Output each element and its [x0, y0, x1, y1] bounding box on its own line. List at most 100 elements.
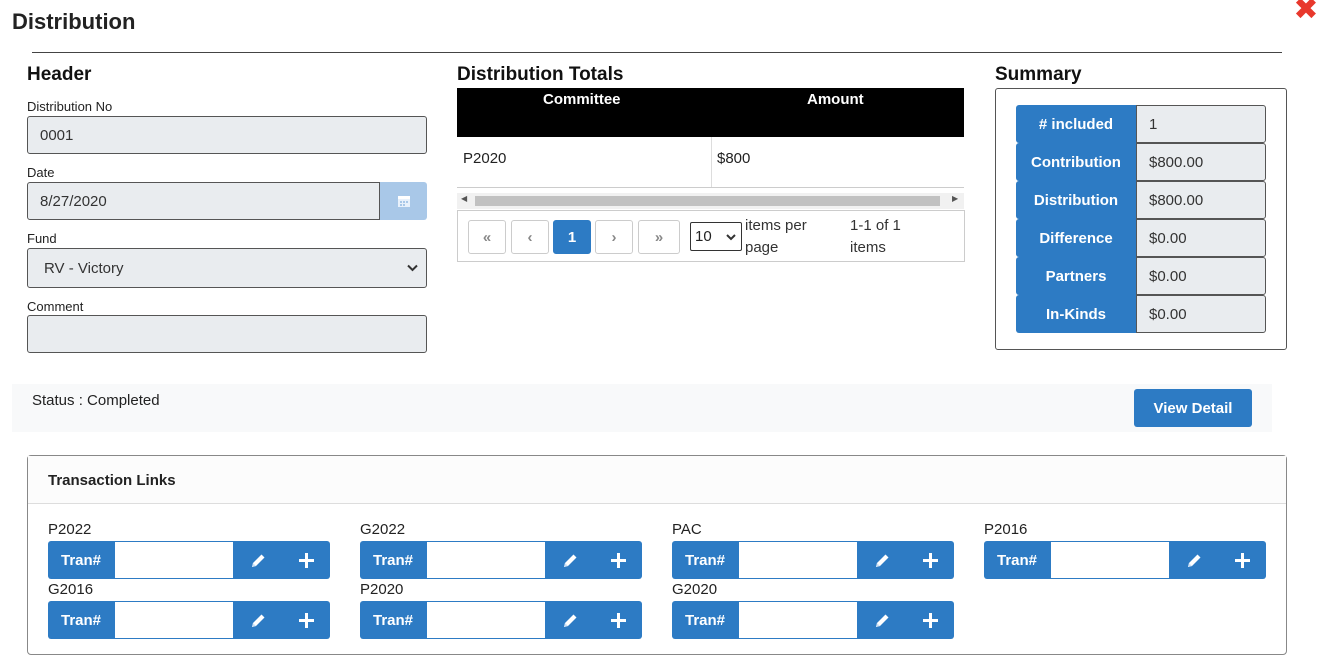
plus-icon	[922, 612, 938, 628]
calendar-button[interactable]	[380, 182, 427, 220]
horizontal-scrollbar[interactable]: ◀ ▶	[457, 193, 964, 209]
transaction-links-header: Transaction Links	[28, 456, 1286, 504]
add-button[interactable]	[906, 601, 954, 639]
edit-button[interactable]	[234, 541, 282, 579]
tran-number-input[interactable]	[114, 601, 234, 639]
dialog-title: Distribution	[12, 9, 136, 34]
comment-label: Comment	[27, 299, 84, 314]
transaction-link-group-g2020: Tran#	[672, 601, 954, 639]
summary-value-contribution: $800.00	[1136, 143, 1266, 181]
scrollbar-thumb[interactable]	[475, 196, 940, 206]
view-detail-button[interactable]: View Detail	[1134, 389, 1252, 427]
tran-number-input[interactable]	[426, 601, 546, 639]
summary-panel: # included 1 Contribution $800.00 Distri…	[995, 88, 1287, 350]
edit-button[interactable]	[858, 541, 906, 579]
date-value: 8/27/2020	[40, 192, 107, 210]
status-text: Status : Completed	[32, 392, 160, 409]
transaction-link-label-p2022: P2022	[48, 521, 92, 538]
comment-field[interactable]	[27, 315, 427, 353]
page-size-value: 10	[695, 228, 712, 245]
tran-number-input[interactable]	[114, 541, 234, 579]
tran-number-input[interactable]	[738, 601, 858, 639]
summary-label-distribution: Distribution	[1016, 181, 1136, 219]
summary-value-difference: $0.00	[1136, 219, 1266, 257]
add-button[interactable]	[282, 541, 330, 579]
add-button[interactable]	[594, 601, 642, 639]
title-divider	[32, 52, 1282, 53]
pencil-icon	[563, 614, 576, 627]
summary-value-distribution: $800.00	[1136, 181, 1266, 219]
summary-label-included: # included	[1016, 105, 1136, 143]
fund-label: Fund	[27, 231, 57, 246]
add-button[interactable]	[594, 541, 642, 579]
tran-label: Tran#	[672, 601, 738, 639]
pager-next-button[interactable]: ›	[595, 220, 633, 254]
date-label: Date	[27, 165, 55, 180]
distribution-no-label: Distribution No	[27, 99, 113, 114]
transaction-link-label-p2016: P2016	[984, 521, 1028, 538]
transaction-link-group-pac: Tran#	[672, 541, 954, 579]
add-button[interactable]	[282, 601, 330, 639]
transaction-link-group-p2022: Tran#	[48, 541, 330, 579]
add-button[interactable]	[1218, 541, 1266, 579]
transaction-link-group-g2016: Tran#	[48, 601, 330, 639]
pager: « ‹ 1 › » 10 items per page 1-1 of 1 ite…	[457, 210, 965, 262]
transaction-link-label-pac: PAC	[672, 521, 702, 538]
close-icon[interactable]: ✖	[1292, 0, 1320, 25]
page-size-select[interactable]: 10	[690, 222, 742, 251]
header-heading: Header	[27, 64, 92, 85]
edit-button[interactable]	[234, 601, 282, 639]
summary-label-difference: Difference	[1016, 219, 1136, 257]
plus-icon	[922, 552, 938, 568]
transaction-links-title: Transaction Links	[48, 472, 176, 489]
summary-heading: Summary	[995, 64, 1082, 85]
tran-number-input[interactable]	[426, 541, 546, 579]
column-header-amount[interactable]: Amount	[807, 91, 864, 108]
scroll-left-icon[interactable]: ◀	[461, 194, 467, 203]
cell-amount: $800	[717, 150, 751, 167]
plus-icon	[1234, 552, 1250, 568]
pencil-icon	[563, 554, 576, 567]
transaction-link-label-g2020: G2020	[672, 581, 718, 598]
distribution-no-value: 0001	[40, 126, 74, 144]
transaction-link-label-g2016: G2016	[48, 581, 94, 598]
plus-icon	[298, 552, 314, 568]
edit-button[interactable]	[546, 541, 594, 579]
pager-last-button[interactable]: »	[638, 220, 680, 254]
totals-heading: Distribution Totals	[457, 64, 624, 85]
plus-icon	[610, 612, 626, 628]
calendar-icon	[397, 196, 410, 207]
tran-label: Tran#	[360, 541, 426, 579]
totals-grid-header: Committee Amount	[457, 88, 964, 137]
fund-select[interactable]: RV - Victory	[27, 248, 427, 288]
distribution-no-field[interactable]: 0001	[27, 116, 427, 154]
transaction-link-group-p2016: Tran#	[984, 541, 1266, 579]
date-field[interactable]: 8/27/2020	[27, 182, 380, 220]
tran-label: Tran#	[672, 541, 738, 579]
table-row[interactable]: P2020 $800	[457, 137, 964, 188]
summary-value-partners: $0.00	[1136, 257, 1266, 295]
pager-first-button[interactable]: «	[468, 220, 506, 254]
add-button[interactable]	[906, 541, 954, 579]
tran-label: Tran#	[48, 601, 114, 639]
edit-button[interactable]	[858, 601, 906, 639]
scroll-right-icon[interactable]: ▶	[952, 194, 958, 203]
pager-prev-button[interactable]: ‹	[511, 220, 549, 254]
pencil-icon	[251, 554, 264, 567]
transaction-link-group-g2022: Tran#	[360, 541, 642, 579]
tran-number-input[interactable]	[1050, 541, 1170, 579]
column-header-committee[interactable]: Committee	[543, 91, 621, 108]
summary-label-contribution: Contribution	[1016, 143, 1136, 181]
tran-label: Tran#	[984, 541, 1050, 579]
edit-button[interactable]	[1170, 541, 1218, 579]
pager-page-1-button[interactable]: 1	[553, 220, 591, 254]
edit-button[interactable]	[546, 601, 594, 639]
plus-icon	[298, 612, 314, 628]
pencil-icon	[1187, 554, 1200, 567]
tran-label: Tran#	[360, 601, 426, 639]
cell-committee: P2020	[463, 150, 507, 167]
pencil-icon	[875, 614, 888, 627]
summary-label-partners: Partners	[1016, 257, 1136, 295]
tran-number-input[interactable]	[738, 541, 858, 579]
summary-value-in-kinds: $0.00	[1136, 295, 1266, 333]
